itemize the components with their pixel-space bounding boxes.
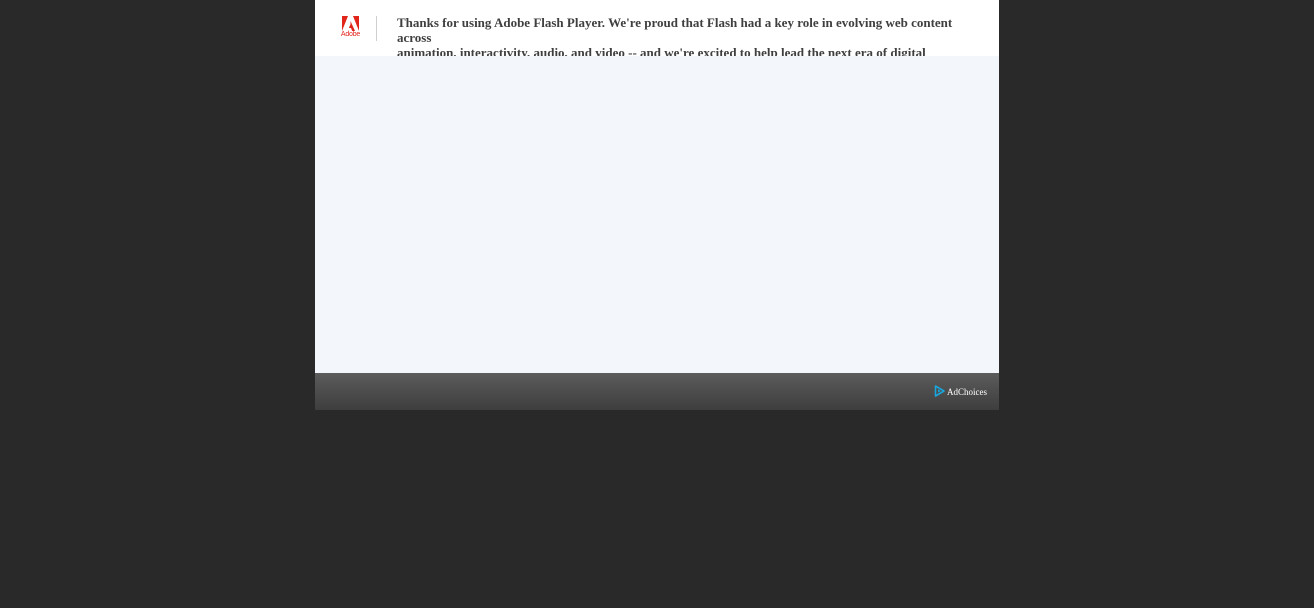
ad-footer-bar: AdChoices: [315, 373, 999, 410]
adchoices-label: AdChoices: [947, 387, 987, 397]
ad-frame: Adobe Thanks for using Adobe Flash Playe…: [315, 0, 999, 410]
page-background: Adobe Thanks for using Adobe Flash Playe…: [0, 0, 1314, 608]
adobe-logo-mark: [342, 16, 359, 31]
adobe-logo-icon: Adobe: [340, 16, 361, 40]
adchoices-triangle-icon: [934, 385, 945, 397]
flash-content-area[interactable]: [315, 56, 999, 373]
flash-notice-banner: Adobe Thanks for using Adobe Flash Playe…: [315, 0, 999, 75]
banner-divider: [376, 16, 377, 41]
adchoices-link[interactable]: AdChoices: [934, 384, 987, 398]
adobe-wordmark: Adobe: [340, 31, 361, 38]
